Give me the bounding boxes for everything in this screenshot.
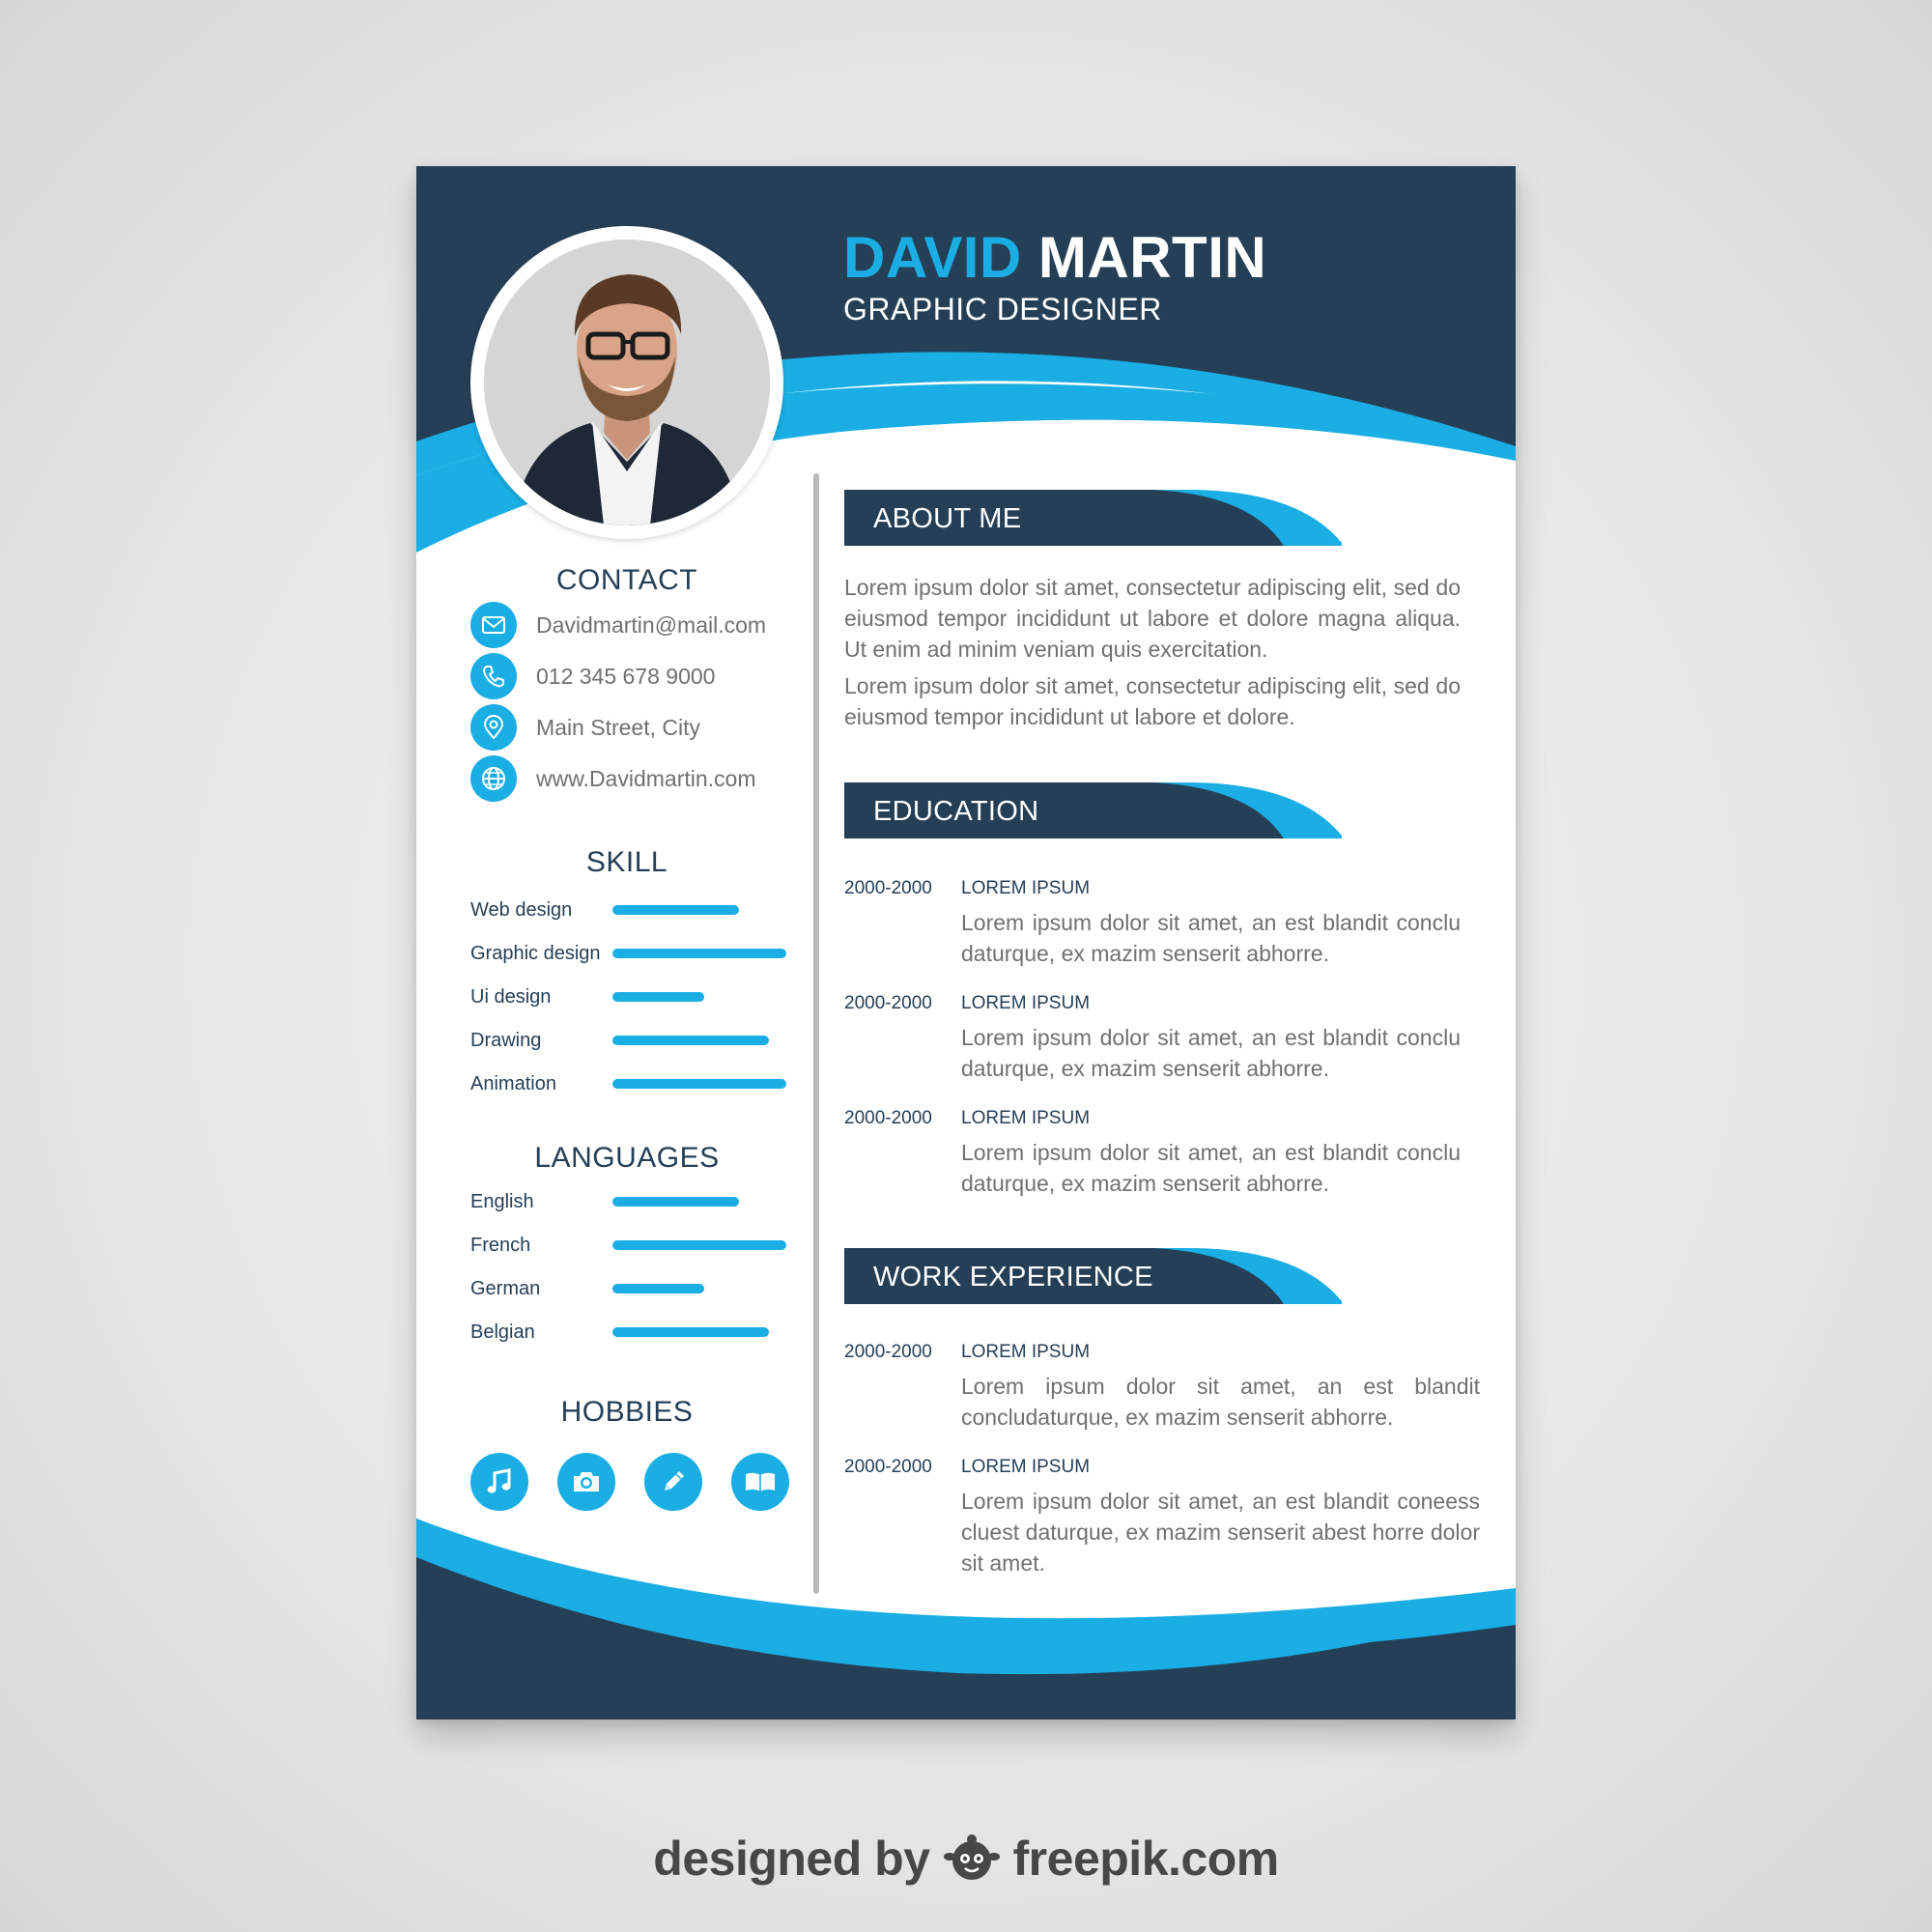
contact-address-text: Main Street, City bbox=[536, 714, 700, 740]
last-name: MARTIN bbox=[1037, 225, 1267, 290]
column-divider bbox=[813, 473, 819, 1594]
education-entry-title: LOREM IPSUM bbox=[961, 878, 1091, 898]
credit-line: designed by freepik.com bbox=[0, 1831, 1932, 1887]
work-entry-date: 2000-2000 bbox=[844, 1457, 932, 1477]
contact-email-text: Davidmartin@mail.com bbox=[536, 611, 767, 638]
skills-label: Ui design bbox=[470, 986, 552, 1008]
contact-website[interactable]: www.Davidmartin.com bbox=[470, 754, 756, 803]
skills-level-bar bbox=[612, 1036, 769, 1045]
education-entry: 2000-2000 LOREM IPSUM Lorem ipsum dolor si… bbox=[844, 1108, 1480, 1214]
about-paragraph-2: Lorem ipsum dolor sit amet, consectetur … bbox=[844, 673, 1461, 729]
work-heading: WORK EXPERIENCE bbox=[873, 1262, 1153, 1293]
contact-email[interactable]: Davidmartin@mail.com bbox=[470, 601, 766, 649]
work-entry-title: LOREM IPSUM bbox=[961, 1457, 1091, 1477]
work-entry-text: Lorem ipsum dolor sit amet, an est bland… bbox=[961, 1374, 1480, 1430]
languages-level-bar bbox=[612, 1327, 769, 1337]
envelope-icon bbox=[470, 602, 517, 648]
education-entry-date: 2000-2000 bbox=[844, 993, 932, 1013]
skills-level-bar bbox=[612, 905, 739, 915]
education-entry-title: LOREM IPSUM bbox=[961, 993, 1091, 1013]
book-icon bbox=[731, 1453, 789, 1511]
globe-icon bbox=[470, 755, 517, 802]
skills-track bbox=[612, 1036, 786, 1045]
phone-icon bbox=[470, 653, 517, 699]
languages-row: Belgian bbox=[470, 1318, 789, 1347]
camera-icon bbox=[557, 1453, 615, 1511]
skills-level-bar bbox=[612, 949, 786, 958]
work-banner: WORK EXPERIENCE bbox=[844, 1248, 1342, 1306]
languages-label: French bbox=[470, 1235, 531, 1256]
skills-track bbox=[612, 1079, 786, 1089]
skills-label: Animation bbox=[470, 1073, 556, 1094]
skill-heading: SKILL bbox=[585, 846, 668, 878]
education-entry: 2000-2000 LOREM IPSUM Lorem ipsum dolor si… bbox=[844, 878, 1480, 984]
skills-label: Web design bbox=[470, 899, 573, 921]
location-pin-icon bbox=[470, 704, 517, 751]
skills-row: Drawing bbox=[470, 1026, 789, 1055]
resume-page: DAVID MARTIN GRAPHIC DESIGNER CONTACT Da… bbox=[416, 166, 1516, 1719]
skills-track bbox=[612, 905, 786, 915]
work-entry: 2000-2000 LOREM IPSUM Lorem ipsum dolor si… bbox=[844, 1342, 1480, 1448]
skills-level-bar bbox=[612, 1079, 786, 1089]
contact-website-text: www.Davidmartin.com bbox=[536, 765, 756, 791]
profile-photo bbox=[484, 240, 770, 526]
languages-level-bar bbox=[612, 1197, 739, 1207]
skills-track bbox=[612, 949, 786, 958]
skills-row: Web design bbox=[470, 895, 789, 924]
languages-track bbox=[612, 1284, 786, 1293]
languages-row: English bbox=[470, 1187, 789, 1216]
education-entry-date: 2000-2000 bbox=[844, 1108, 932, 1128]
education-heading: EDUCATION bbox=[873, 796, 1039, 827]
skills-row: Ui design bbox=[470, 982, 789, 1011]
languages-track bbox=[612, 1197, 786, 1207]
freepik-logo-icon bbox=[943, 1833, 1000, 1884]
work-entry-date: 2000-2000 bbox=[844, 1342, 932, 1362]
languages-label: Belgian bbox=[470, 1321, 535, 1343]
languages-row: German bbox=[470, 1274, 789, 1303]
hobbies-row bbox=[470, 1453, 789, 1511]
education-entry-text: Lorem ipsum dolor sit amet, an est bland… bbox=[961, 1025, 1461, 1081]
music-note-icon bbox=[470, 1453, 528, 1511]
contact-phone[interactable]: 012 345 678 9000 bbox=[470, 652, 715, 700]
job-title: GRAPHIC DESIGNER bbox=[843, 292, 1162, 327]
skills-track bbox=[612, 992, 786, 1002]
languages-track bbox=[612, 1240, 786, 1250]
skills-label: Graphic design bbox=[470, 943, 601, 964]
skills-row: Animation bbox=[470, 1069, 789, 1098]
work-entry: 2000-2000 LOREM IPSUM Lorem ipsum dolor si… bbox=[844, 1457, 1480, 1576]
about-banner: ABOUT ME bbox=[844, 490, 1342, 548]
education-entry-text: Lorem ipsum dolor sit amet, an est bland… bbox=[961, 910, 1461, 966]
languages-track bbox=[612, 1327, 786, 1337]
contact-phone-text: 012 345 678 9000 bbox=[536, 663, 716, 689]
credit-brand: freepik.com bbox=[1012, 1832, 1280, 1886]
skills-row: Graphic design bbox=[470, 939, 789, 968]
contact-address[interactable]: Main Street, City bbox=[470, 703, 700, 752]
languages-row: French bbox=[470, 1231, 789, 1260]
languages-label: English bbox=[470, 1191, 534, 1212]
languages-label: German bbox=[470, 1278, 541, 1299]
first-name: DAVID bbox=[843, 225, 1022, 290]
about-paragraph-1: Lorem ipsum dolor sit amet, consectetur … bbox=[844, 575, 1461, 662]
work-entry-title: LOREM IPSUM bbox=[961, 1342, 1091, 1362]
credit-prefix: designed by bbox=[653, 1832, 930, 1886]
full-name: DAVID MARTIN bbox=[843, 224, 1266, 291]
languages-level-bar bbox=[612, 1240, 786, 1250]
work-entry-text: Lorem ipsum dolor sit amet, an est bland… bbox=[961, 1489, 1480, 1576]
education-entry-text: Lorem ipsum dolor sit amet, an est bland… bbox=[961, 1140, 1461, 1196]
education-banner: EDUCATION bbox=[844, 782, 1342, 840]
skills-label: Drawing bbox=[470, 1030, 542, 1051]
hobbies-heading: HOBBIES bbox=[560, 1396, 694, 1428]
skills-level-bar bbox=[612, 992, 704, 1002]
education-entry-date: 2000-2000 bbox=[844, 878, 932, 898]
languages-level-bar bbox=[612, 1284, 704, 1293]
contact-heading: CONTACT bbox=[555, 564, 698, 596]
education-entry-title: LOREM IPSUM bbox=[961, 1108, 1091, 1128]
languages-heading: LANGUAGES bbox=[534, 1142, 720, 1174]
about-heading: ABOUT ME bbox=[873, 503, 1022, 534]
pencil-icon bbox=[644, 1453, 702, 1511]
education-entry: 2000-2000 LOREM IPSUM Lorem ipsum dolor si… bbox=[844, 993, 1480, 1099]
